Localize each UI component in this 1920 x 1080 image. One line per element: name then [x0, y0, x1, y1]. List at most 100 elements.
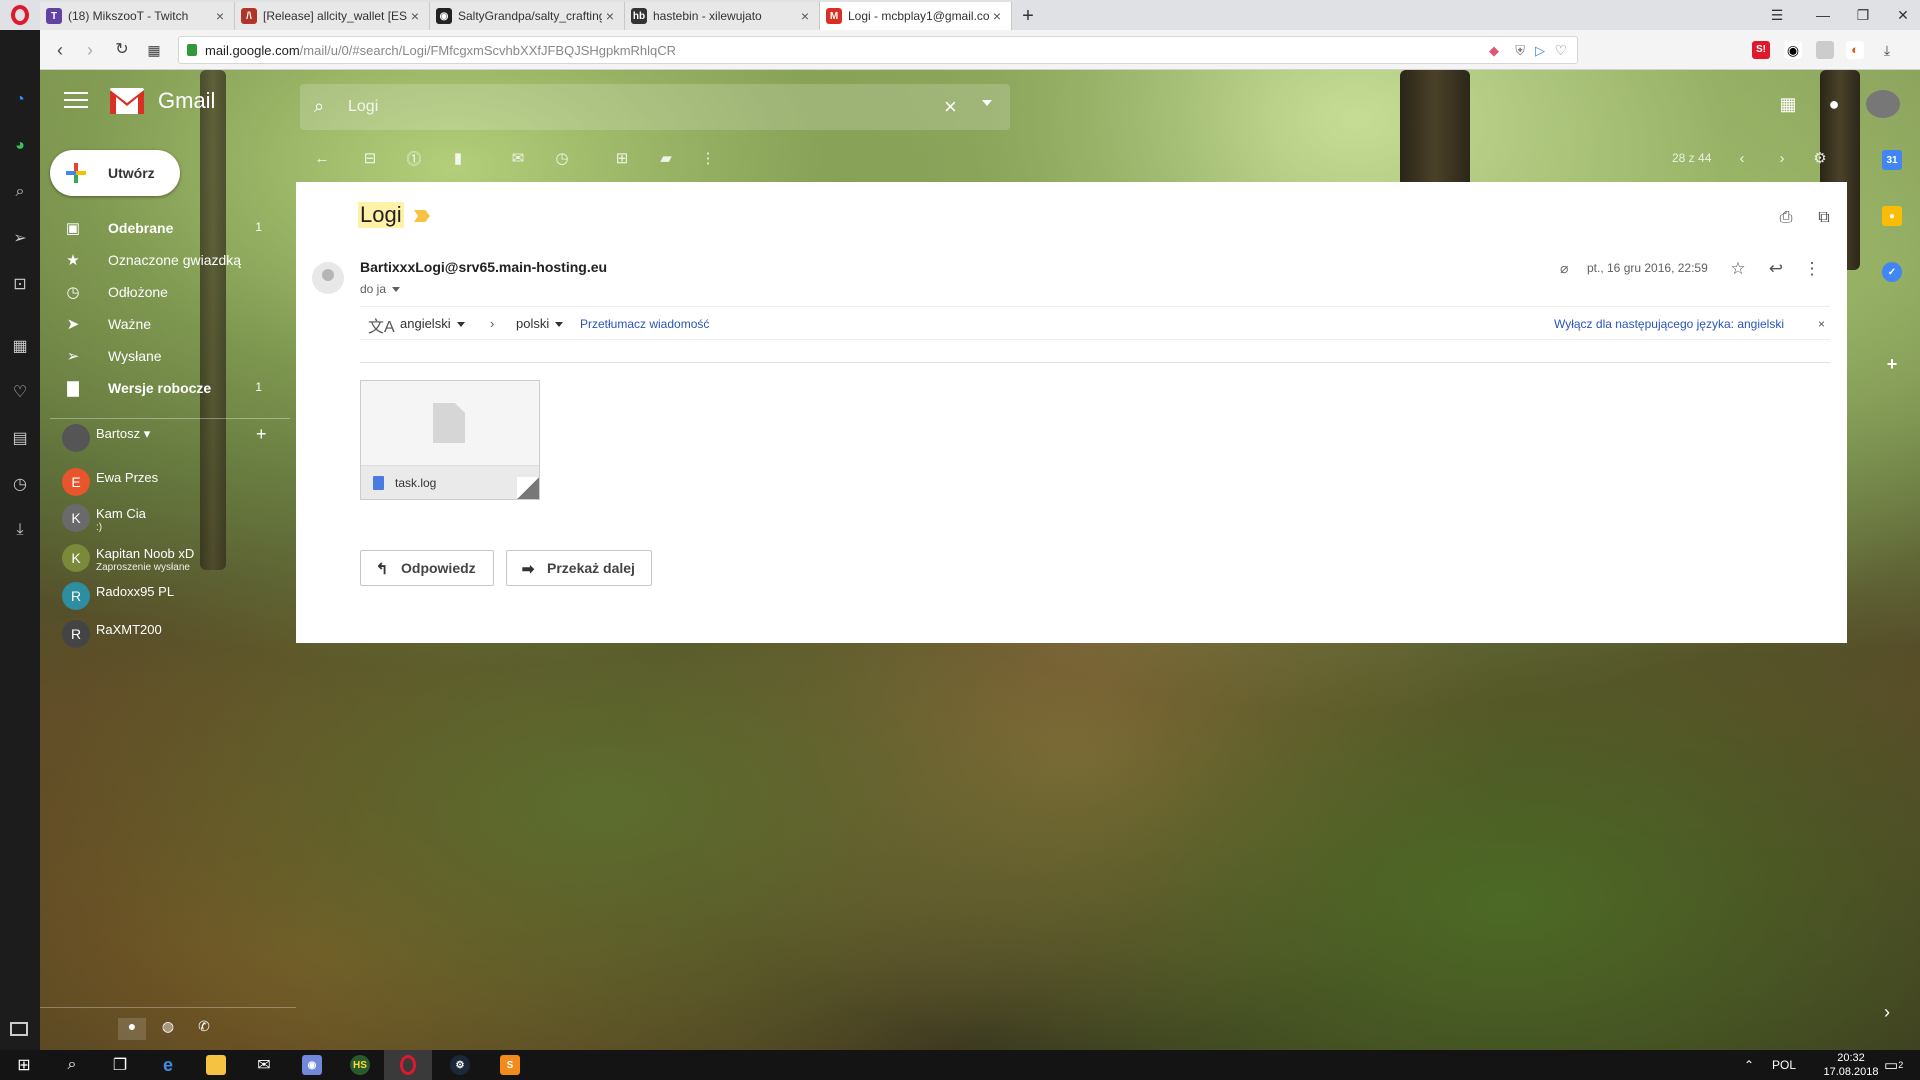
contact-item[interactable]: K Kapitan Noob xD Zaproszenie wysłane: [60, 540, 290, 574]
hangouts-tab-icon[interactable]: ◍: [154, 1018, 182, 1040]
older-icon[interactable]: ›: [1770, 146, 1794, 170]
adblock-icon[interactable]: ⛨: [1515, 43, 1525, 59]
mark-unread-icon[interactable]: ✉: [506, 146, 530, 170]
compose-button[interactable]: Utwórz: [50, 150, 180, 196]
browser-tab[interactable]: M Logi - mcbplay1@gmail.com ×: [820, 2, 1012, 30]
github-extension-icon[interactable]: ◉: [1784, 41, 1802, 59]
opera-menu-button[interactable]: [0, 0, 40, 30]
close-window-button[interactable]: ✕: [1880, 0, 1920, 30]
contact-item[interactable]: K Kam Cia:): [60, 500, 290, 534]
main-menu-button[interactable]: [64, 92, 88, 110]
attachment-card[interactable]: task.log: [360, 380, 540, 500]
search-icon[interactable]: ⌕: [48, 1050, 96, 1080]
input-language[interactable]: POL: [1772, 1050, 1796, 1080]
nav-item[interactable]: ▣ Odebrane 1: [40, 212, 278, 244]
close-tab-icon[interactable]: ×: [407, 8, 423, 24]
clear-search-icon[interactable]: ×: [944, 94, 957, 120]
label-icon[interactable]: ▰: [654, 146, 678, 170]
mail-icon[interactable]: ✉: [240, 1050, 288, 1080]
browser-tab[interactable]: hb hastebin - xilewujato ×: [625, 2, 820, 30]
task-view-icon[interactable]: ❐: [96, 1050, 144, 1080]
camera-icon[interactable]: ⊡: [8, 272, 32, 296]
send-page-icon[interactable]: ▷: [1535, 43, 1545, 59]
speed-dial-icon[interactable]: ▦: [8, 334, 32, 358]
sidebar-toggle-icon[interactable]: [10, 1022, 28, 1036]
reply-icon[interactable]: ↩: [1764, 257, 1788, 281]
search-options-icon[interactable]: [982, 100, 992, 106]
nav-item[interactable]: ➤ Ważne: [40, 308, 278, 340]
close-tab-icon[interactable]: ×: [989, 8, 1005, 24]
speed-dial-icon[interactable]: ▦: [142, 38, 166, 62]
important-marker-icon[interactable]: [414, 210, 430, 222]
search-bar[interactable]: ⌕ Logi ×: [300, 84, 1010, 130]
clock[interactable]: 20:32 17.08.2018: [1818, 1050, 1884, 1080]
move-to-icon[interactable]: ⊞: [610, 146, 634, 170]
recipient-details[interactable]: do ja: [360, 282, 401, 296]
search-input[interactable]: Logi: [348, 98, 378, 116]
translate-message-link[interactable]: Przetłumacz wiadomość: [580, 317, 709, 331]
action-center-icon[interactable]: ▭ 2: [1884, 1050, 1903, 1080]
nav-item[interactable]: ▇ Wersje robocze 1: [40, 372, 278, 404]
contact-item[interactable]: E Ewa Przes: [60, 464, 290, 498]
more-options-icon[interactable]: ⋮: [696, 146, 720, 170]
more-actions-icon[interactable]: ⋮: [1800, 257, 1824, 281]
hs-app-icon[interactable]: HS: [336, 1050, 384, 1080]
tab-menu-icon[interactable]: ☰: [1754, 0, 1800, 30]
extension-s-icon[interactable]: S!: [1752, 41, 1770, 59]
bookmark-heart-icon[interactable]: ♡: [1554, 42, 1567, 59]
extension-lock-icon[interactable]: ◐: [1846, 41, 1864, 59]
downloads-icon[interactable]: ⤓: [8, 518, 32, 542]
contact-item[interactable]: R RaXMT200: [60, 616, 290, 650]
print-icon[interactable]: ⎙: [1774, 206, 1798, 230]
cube-icon[interactable]: ◆: [1489, 43, 1499, 59]
disable-translation-link[interactable]: Wyłącz dla następującego języka: angiels…: [1554, 317, 1784, 331]
close-tab-icon[interactable]: ×: [797, 8, 813, 24]
account-avatar[interactable]: [1866, 90, 1900, 118]
phone-icon[interactable]: ✆: [190, 1018, 218, 1040]
send-icon[interactable]: ➢: [8, 226, 32, 250]
tasks-icon[interactable]: ✓: [1882, 262, 1902, 282]
sublime-icon[interactable]: S: [486, 1050, 534, 1080]
hangouts-me[interactable]: Bartosz ▾ +: [60, 420, 290, 454]
open-new-window-icon[interactable]: ⧉: [1812, 206, 1836, 230]
new-tab-button[interactable]: +: [1014, 2, 1042, 30]
close-tab-icon[interactable]: ×: [212, 8, 228, 24]
newer-icon[interactable]: ‹: [1730, 146, 1754, 170]
nav-item[interactable]: ★ Oznaczone gwiazdką: [40, 244, 278, 276]
target-language-select[interactable]: polski: [516, 316, 563, 331]
calendar-icon[interactable]: 31: [1882, 150, 1902, 170]
expand-panel-icon[interactable]: ›: [1884, 1002, 1890, 1023]
gmail-logo[interactable]: [110, 88, 144, 114]
download-icon[interactable]: ⤓: [1878, 41, 1896, 59]
close-tab-icon[interactable]: ×: [602, 8, 618, 24]
snooze-icon[interactable]: ◷: [550, 146, 574, 170]
messenger-icon[interactable]: ◔: [8, 88, 32, 112]
contacts-tab-icon[interactable]: ●: [118, 1018, 146, 1040]
steam-icon[interactable]: ⚙: [436, 1050, 484, 1080]
forward-button[interactable]: ➡ Przekaż dalej: [506, 550, 652, 586]
tray-expand-icon[interactable]: ⌃: [1744, 1050, 1754, 1080]
whatsapp-icon[interactable]: ◕: [8, 134, 32, 158]
close-translation-icon[interactable]: ×: [1818, 317, 1825, 331]
reply-button[interactable]: ↰ Odpowiedz: [360, 550, 494, 586]
notifications-icon[interactable]: ●: [1820, 90, 1848, 118]
browser-tab[interactable]: ◉ SaltyGrandpa/salty_crafting ×: [430, 2, 625, 30]
extension-gray-icon[interactable]: [1816, 41, 1834, 59]
browser-tab[interactable]: T (18) MikszooT - Twitch ×: [40, 2, 235, 30]
forward-button[interactable]: ›: [78, 38, 102, 62]
file-explorer-icon[interactable]: [192, 1050, 240, 1080]
add-addon-icon[interactable]: +: [1882, 354, 1902, 374]
opera-taskbar-icon[interactable]: [384, 1050, 432, 1080]
discord-icon[interactable]: ◉: [288, 1050, 336, 1080]
add-contact-icon[interactable]: +: [256, 424, 267, 445]
star-icon[interactable]: ☆: [1726, 257, 1750, 281]
delete-icon[interactable]: ▮: [446, 146, 470, 170]
edge-icon[interactable]: e: [144, 1050, 192, 1080]
heart-icon[interactable]: ♡: [8, 380, 32, 404]
search-icon[interactable]: ⌕: [8, 180, 32, 204]
reload-button[interactable]: ↻: [110, 38, 134, 62]
source-language-select[interactable]: angielski: [400, 316, 465, 331]
apps-grid-icon[interactable]: ▦: [1774, 90, 1802, 118]
report-spam-icon[interactable]: ⓵: [402, 146, 426, 170]
back-button[interactable]: ‹: [48, 38, 72, 62]
